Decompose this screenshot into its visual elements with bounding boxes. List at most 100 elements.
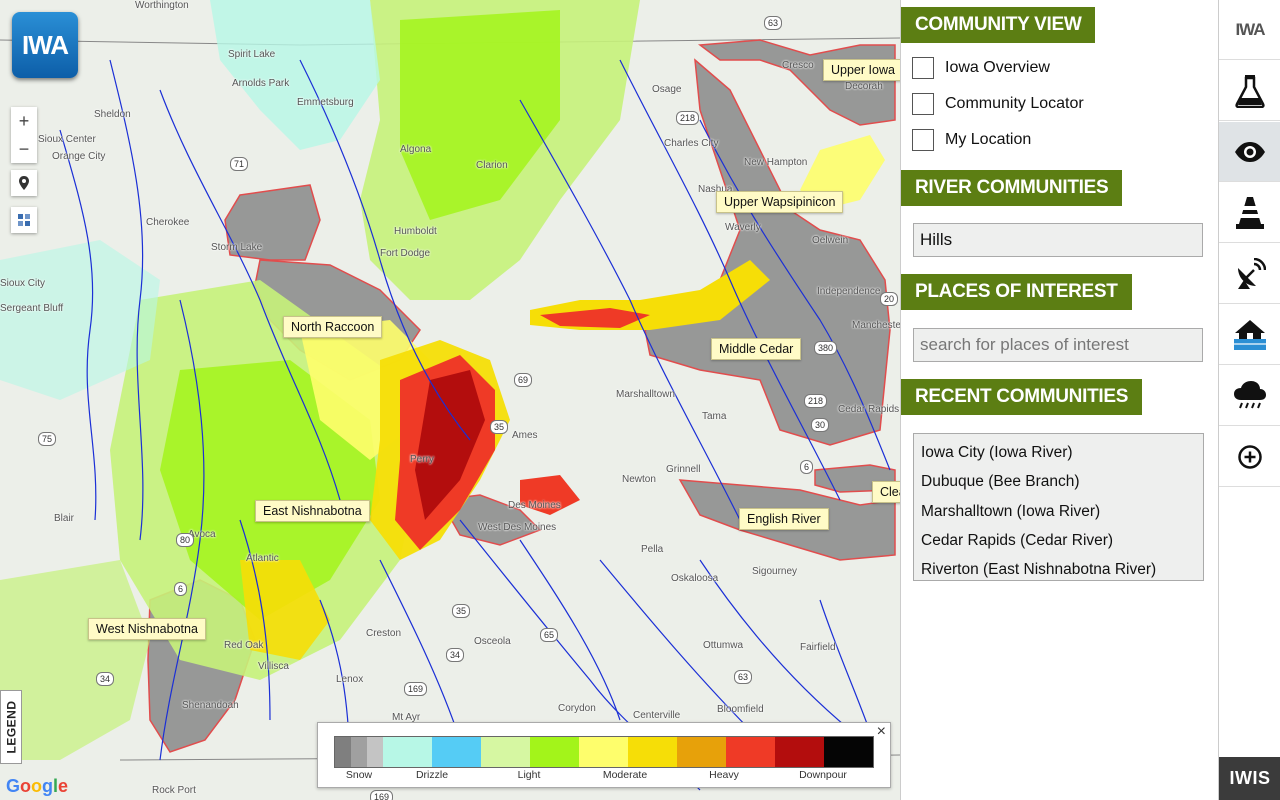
- river-community-input[interactable]: [913, 223, 1203, 257]
- zoom-out-button[interactable]: −: [11, 135, 37, 163]
- highway-shield: 65: [540, 628, 559, 642]
- rail-logo-button[interactable]: IWA: [1219, 0, 1280, 60]
- place-label: Sheldon: [94, 109, 131, 120]
- highway-shield: 35: [452, 604, 471, 618]
- section-title-community-view: COMMUNITY VIEW: [901, 7, 1096, 43]
- place-label: Orange City: [52, 151, 106, 162]
- highway-shield: 218: [676, 111, 700, 125]
- side-panel: COMMUNITY VIEW Iowa Overview Community L…: [900, 0, 1219, 800]
- highway-shield: 34: [446, 648, 465, 662]
- close-icon[interactable]: ×: [877, 723, 886, 741]
- watershed-label-english-river[interactable]: English River: [739, 508, 829, 530]
- option-label: Community Locator: [945, 95, 1084, 112]
- legend-swatch: [351, 737, 367, 767]
- list-item[interactable]: Marshalltown (Iowa River): [921, 497, 1196, 526]
- place-label: Des Moines: [508, 500, 561, 511]
- rail-cone-button[interactable]: [1219, 183, 1280, 243]
- section-title-river-communities: RIVER COMMUNITIES: [901, 170, 1123, 206]
- place-label: Osage: [652, 84, 682, 95]
- flood-house-icon: [1234, 319, 1266, 350]
- rail-satellite-button[interactable]: [1219, 244, 1280, 304]
- option-iowa-overview[interactable]: Iowa Overview: [912, 57, 1050, 79]
- list-item[interactable]: Cedar Rapids (Cedar River): [921, 526, 1196, 555]
- place-label: Pella: [641, 544, 664, 555]
- highway-shield: 34: [96, 672, 115, 686]
- rail-flood-button[interactable]: [1219, 305, 1280, 365]
- section-title-recent-communities: RECENT COMMUNITIES: [901, 379, 1143, 415]
- option-community-locator[interactable]: Community Locator: [912, 93, 1084, 115]
- highway-shield: 6: [800, 460, 814, 474]
- highway-shield: 20: [880, 292, 899, 306]
- place-label: Humboldt: [394, 226, 437, 237]
- rail-flask-button[interactable]: [1219, 61, 1280, 121]
- legend-label-snow: Snow: [345, 769, 373, 781]
- map-pin-icon: [19, 176, 29, 190]
- place-label: Waverly: [725, 222, 761, 233]
- option-label: Iowa Overview: [945, 59, 1050, 76]
- legend-toggle[interactable]: LEGEND: [0, 690, 22, 764]
- list-item[interactable]: Dubuque (Bee Branch): [921, 467, 1196, 496]
- watershed-label-middle-cedar[interactable]: Middle Cedar: [711, 338, 802, 360]
- highway-shield: 380: [814, 341, 838, 355]
- add-circle-icon: [1238, 444, 1262, 469]
- option-label: My Location: [945, 131, 1032, 148]
- place-label: Sergeant Bluff: [0, 303, 64, 314]
- recent-communities-list: Iowa City (Iowa River) Dubuque (Bee Bran…: [913, 433, 1204, 581]
- highway-shield: 169: [370, 790, 394, 800]
- iwa-logo[interactable]: IWA: [12, 12, 78, 78]
- legend-label-drizzle: Drizzle: [415, 769, 449, 781]
- place-label: Shenandoah: [182, 700, 239, 711]
- checkbox[interactable]: [912, 129, 934, 151]
- grid-icon: [18, 214, 30, 226]
- place-label: Ames: [512, 430, 538, 441]
- place-label: Creston: [366, 628, 402, 639]
- list-item[interactable]: Riverton (East Nishnabotna River): [921, 555, 1196, 584]
- rail-rain-button[interactable]: [1219, 366, 1280, 426]
- rail-eye-button[interactable]: [1219, 122, 1280, 182]
- eye-icon: [1235, 141, 1265, 162]
- watershed-label-east-nishnabotna[interactable]: East Nishnabotna: [255, 500, 370, 522]
- legend-label-downpour: Downpour: [799, 769, 847, 781]
- precipitation-legend: × Snow Drizzle Light Moderate Heavy Down…: [317, 722, 891, 788]
- place-label: Arnolds Park: [232, 78, 290, 89]
- legend-swatch: [367, 737, 383, 767]
- place-label: Marshalltown: [616, 389, 675, 400]
- highway-shield: 35: [490, 420, 509, 434]
- option-my-location[interactable]: My Location: [912, 129, 1031, 151]
- checkbox[interactable]: [912, 57, 934, 79]
- place-label: Bloomfield: [717, 704, 764, 715]
- rail-add-button[interactable]: [1219, 427, 1280, 487]
- google-letter: e: [58, 776, 69, 796]
- place-label: Spirit Lake: [228, 49, 276, 60]
- legend-label-heavy: Heavy: [709, 769, 739, 781]
- watershed-label-upper-iowa[interactable]: Upper Iowa: [823, 59, 900, 81]
- checkbox[interactable]: [912, 93, 934, 115]
- locate-button[interactable]: [11, 170, 37, 196]
- layers-button[interactable]: [11, 207, 37, 233]
- list-item[interactable]: Iowa City (Iowa River): [921, 438, 1196, 467]
- place-label: Fort Dodge: [380, 248, 431, 259]
- place-label: Red Oak: [224, 640, 264, 651]
- iwis-button[interactable]: IWIS: [1219, 757, 1280, 800]
- place-label: Grinnell: [666, 464, 701, 475]
- zoom-in-button[interactable]: +: [11, 107, 37, 135]
- legend-label-moderate: Moderate: [602, 769, 648, 781]
- place-label: Blair: [54, 513, 75, 524]
- watershed-label-clear[interactable]: Clea: [872, 481, 900, 503]
- google-logo: Google: [6, 776, 68, 797]
- watershed-label-west-nishnabotna[interactable]: West Nishnabotna: [88, 618, 206, 640]
- watershed-label-north-raccoon[interactable]: North Raccoon: [283, 316, 383, 338]
- place-label: Osceola: [474, 636, 511, 647]
- place-label: Fairfield: [800, 642, 836, 653]
- legend-swatch: [677, 737, 726, 767]
- legend-swatch: [579, 737, 628, 767]
- legend-color-bar: [334, 736, 874, 768]
- map-area[interactable]: Worthington Spirit Lake Arnolds Park She…: [0, 0, 900, 800]
- place-label: Sioux Center: [38, 134, 96, 145]
- watershed-label-upper-wapsipinicon[interactable]: Upper Wapsipinicon: [716, 191, 844, 213]
- traffic-cone-icon: [1236, 196, 1264, 229]
- places-search-input[interactable]: [913, 328, 1203, 362]
- highway-shield: 80: [176, 533, 195, 547]
- legend-label-light: Light: [517, 769, 541, 781]
- place-label: Worthington: [135, 0, 189, 11]
